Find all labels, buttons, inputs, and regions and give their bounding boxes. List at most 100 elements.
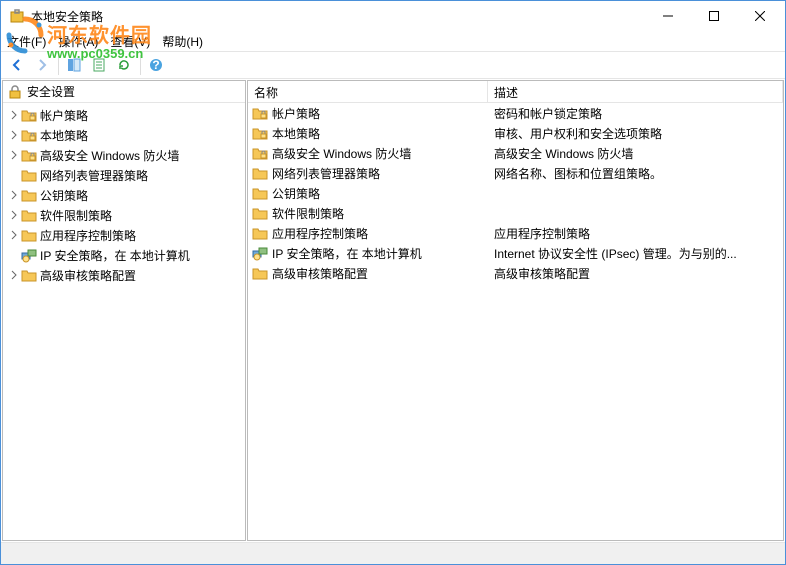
tree-item-label: 帐户策略 xyxy=(40,107,88,124)
menubar: 文件(F) 操作(A) 查看(V) 帮助(H) xyxy=(1,31,785,51)
folder-icon xyxy=(21,167,37,183)
titlebar: 本地安全策略 xyxy=(1,1,785,31)
content-area: 安全设置 帐户策略本地策略高级安全 Windows 防火墙网络列表管理器策略公钥… xyxy=(1,79,785,542)
app-icon xyxy=(9,8,25,24)
list-row[interactable]: 本地策略 审核、用户权利和安全选项策略 xyxy=(248,123,783,143)
tree-item[interactable]: 应用程序控制策略 xyxy=(3,225,245,245)
tree-item-label: 软件限制策略 xyxy=(40,207,112,224)
folder-icon xyxy=(21,267,37,283)
window-title: 本地安全策略 xyxy=(31,8,645,25)
tree-item[interactable]: 公钥策略 xyxy=(3,185,245,205)
menu-action[interactable]: 操作(A) xyxy=(58,33,98,50)
svg-text:?: ? xyxy=(152,58,159,72)
list-item-name: 公钥策略 xyxy=(272,185,320,202)
list-row[interactable]: 网络列表管理器策略 网络名称、图标和位置组策略。 xyxy=(248,163,783,183)
tree-item-label: 高级安全 Windows 防火墙 xyxy=(40,147,179,164)
folder-lock-icon xyxy=(252,125,268,141)
list-item-name: IP 安全策略，在 本地计算机 xyxy=(272,245,422,262)
toolbar-separator xyxy=(58,55,59,75)
folder-lock-icon xyxy=(21,127,37,143)
tree-item[interactable]: 网络列表管理器策略 xyxy=(3,165,245,185)
tree-item-label: IP 安全策略，在 本地计算机 xyxy=(40,247,190,264)
list-item-desc: 密码和帐户锁定策略 xyxy=(488,105,783,122)
list-row[interactable]: 应用程序控制策略 应用程序控制策略 xyxy=(248,223,783,243)
expand-icon[interactable] xyxy=(7,148,21,162)
folder-lock-icon xyxy=(21,107,37,123)
menu-file[interactable]: 文件(F) xyxy=(7,33,46,50)
tree-item[interactable]: 高级审核策略配置 xyxy=(3,265,245,285)
tree-root[interactable]: 安全设置 xyxy=(3,81,245,103)
tree-item[interactable]: 软件限制策略 xyxy=(3,205,245,225)
folder-icon xyxy=(252,205,268,221)
tree-item[interactable]: 本地策略 xyxy=(3,125,245,145)
folder-icon xyxy=(252,225,268,241)
column-header-desc[interactable]: 描述 xyxy=(488,81,783,102)
column-header-name[interactable]: 名称 xyxy=(248,81,488,102)
show-hide-tree-button[interactable] xyxy=(62,53,86,77)
back-button[interactable] xyxy=(5,53,29,77)
expand-icon[interactable] xyxy=(7,208,21,222)
tree-item[interactable]: IP 安全策略，在 本地计算机 xyxy=(3,245,245,265)
window-controls xyxy=(645,1,783,31)
statusbar xyxy=(1,542,785,564)
menu-help[interactable]: 帮助(H) xyxy=(162,33,203,50)
tree-item[interactable]: 帐户策略 xyxy=(3,105,245,125)
folder-lock-icon xyxy=(21,147,37,163)
list-item-name: 网络列表管理器策略 xyxy=(272,165,380,182)
export-list-button[interactable] xyxy=(87,53,111,77)
menu-view[interactable]: 查看(V) xyxy=(110,33,150,50)
list-item-desc: 高级安全 Windows 防火墙 xyxy=(488,145,783,162)
folder-lock-icon xyxy=(252,105,268,121)
list-item-desc: 应用程序控制策略 xyxy=(488,225,783,242)
tree-item-label: 网络列表管理器策略 xyxy=(40,167,148,184)
toolbar: ? xyxy=(1,51,785,79)
tree-root-label: 安全设置 xyxy=(27,83,75,100)
lock-icon xyxy=(7,84,23,100)
tree-item-label: 应用程序控制策略 xyxy=(40,227,136,244)
list-item-desc: 高级审核策略配置 xyxy=(488,265,783,282)
tree-item-label: 公钥策略 xyxy=(40,187,88,204)
list-body: 帐户策略 密码和帐户锁定策略本地策略 审核、用户权利和安全选项策略高级安全 Wind… xyxy=(248,103,783,283)
toolbar-separator xyxy=(140,55,141,75)
list-item-name: 高级审核策略配置 xyxy=(272,265,368,282)
list-row[interactable]: IP 安全策略，在 本地计算机 Internet 协议安全性 (IPsec) 管理… xyxy=(248,243,783,263)
folder-icon xyxy=(21,187,37,203)
close-button[interactable] xyxy=(737,1,783,31)
expand-icon[interactable] xyxy=(7,268,21,282)
folder-icon xyxy=(252,185,268,201)
expand-icon[interactable] xyxy=(7,248,21,262)
expand-icon[interactable] xyxy=(7,228,21,242)
list-row[interactable]: 高级安全 Windows 防火墙高级安全 Windows 防火墙 xyxy=(248,143,783,163)
folder-icon xyxy=(252,165,268,181)
tree-item-label: 高级审核策略配置 xyxy=(40,267,136,284)
list-row[interactable]: 帐户策略 密码和帐户锁定策略 xyxy=(248,103,783,123)
tree-item[interactable]: 高级安全 Windows 防火墙 xyxy=(3,145,245,165)
folder-icon xyxy=(21,227,37,243)
list-item-desc: 网络名称、图标和位置组策略。 xyxy=(488,165,783,182)
list-item-name: 软件限制策略 xyxy=(272,205,344,222)
minimize-button[interactable] xyxy=(645,1,691,31)
list-row[interactable]: 公钥策略 xyxy=(248,183,783,203)
list-item-name: 帐户策略 xyxy=(272,105,320,122)
expand-icon[interactable] xyxy=(7,128,21,142)
maximize-button[interactable] xyxy=(691,1,737,31)
expand-icon[interactable] xyxy=(7,108,21,122)
folder-lock-icon xyxy=(252,145,268,161)
list-row[interactable]: 高级审核策略配置 高级审核策略配置 xyxy=(248,263,783,283)
ipsec-icon xyxy=(21,247,37,263)
list-item-desc: Internet 协议安全性 (IPsec) 管理。为与别的... xyxy=(488,245,783,262)
expand-icon[interactable] xyxy=(7,188,21,202)
list-item-name: 本地策略 xyxy=(272,125,320,142)
list-panel: 名称 描述 帐户策略 密码和帐户锁定策略本地策略 审核、用户权利和安全选项策略高级安… xyxy=(247,80,784,541)
ipsec-icon xyxy=(252,245,268,261)
tree-item-label: 本地策略 xyxy=(40,127,88,144)
list-item-name: 应用程序控制策略 xyxy=(272,225,368,242)
help-button[interactable]: ? xyxy=(144,53,168,77)
list-header: 名称 描述 xyxy=(248,81,783,103)
folder-icon xyxy=(252,265,268,281)
forward-button[interactable] xyxy=(30,53,54,77)
expand-icon[interactable] xyxy=(7,168,21,182)
refresh-button[interactable] xyxy=(112,53,136,77)
list-item-desc: 审核、用户权利和安全选项策略 xyxy=(488,125,783,142)
list-row[interactable]: 软件限制策略 xyxy=(248,203,783,223)
